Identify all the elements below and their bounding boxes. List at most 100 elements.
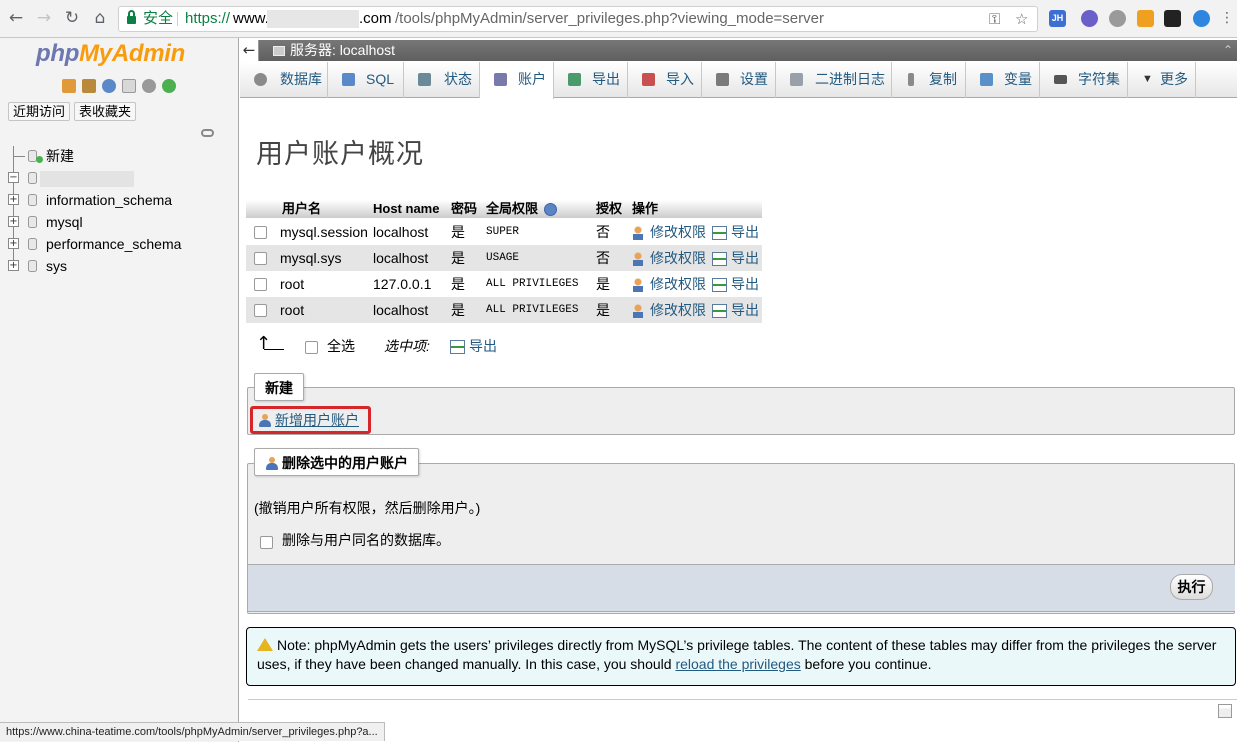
divider bbox=[248, 699, 1237, 700]
expand-icon[interactable]: + bbox=[8, 194, 19, 205]
top-menu-tabs: 数据库 SQL 状态 账户 导出 导入 设置 二进制日志 复制 变量 字符集 ▼… bbox=[240, 62, 1237, 99]
database-icon bbox=[28, 260, 37, 272]
user-name: mysql.session bbox=[280, 224, 368, 240]
select-all-checkbox[interactable] bbox=[305, 341, 318, 354]
column-header-host: Host name bbox=[373, 201, 440, 216]
export-link[interactable]: 导出 bbox=[712, 219, 759, 245]
fieldset-footer bbox=[248, 564, 1235, 612]
collapse-menu-icon[interactable]: ⌃ bbox=[1223, 40, 1233, 61]
row-checkbox[interactable] bbox=[254, 304, 267, 317]
tab-accounts[interactable]: 账户 bbox=[480, 62, 554, 99]
jh-extension-icon[interactable]: JH bbox=[1049, 10, 1066, 27]
reload-icon[interactable]: ↻ bbox=[62, 8, 82, 28]
add-user-account-link[interactable]: 新增用户账户 bbox=[258, 409, 359, 431]
recent-button[interactable]: 近期访问 bbox=[8, 102, 71, 121]
password-flag: 是 bbox=[451, 302, 465, 318]
tab-replication[interactable]: 复制 bbox=[892, 62, 966, 98]
key-icon[interactable]: ⚿ bbox=[989, 7, 1000, 31]
grant-flag: 是 bbox=[596, 302, 610, 318]
menu-dots-icon[interactable]: ⋮ bbox=[1217, 8, 1237, 28]
new-fieldset-legend: 新建 bbox=[254, 373, 304, 401]
edit-privileges-link[interactable]: 修改权限 bbox=[631, 245, 706, 271]
server-link[interactable]: 服务器: localhost bbox=[290, 40, 395, 61]
status-bar-url: https://www.china-teatime.com/tools/phpM… bbox=[0, 722, 385, 741]
extension-icon[interactable] bbox=[1193, 10, 1210, 27]
table-row: root 127.0.0.1 是 ALL PRIVILEGES 是 修改权限 导… bbox=[246, 271, 762, 297]
link-icon[interactable] bbox=[201, 129, 214, 137]
tree-label: information_schema bbox=[46, 192, 173, 208]
forward-arrow-icon[interactable]: → bbox=[34, 8, 54, 28]
grant-flag: 否 bbox=[596, 224, 610, 240]
tab-settings[interactable]: 设置 bbox=[702, 62, 776, 98]
export-link[interactable]: 导出 bbox=[712, 271, 759, 297]
go-button[interactable]: 执行 bbox=[1170, 574, 1213, 600]
select-all-label[interactable]: 全选 bbox=[327, 336, 355, 356]
server-icon bbox=[273, 46, 285, 56]
extension-icon[interactable] bbox=[1137, 10, 1154, 27]
collapse-icon[interactable]: − bbox=[8, 172, 19, 183]
column-header-password: 密码 bbox=[451, 201, 478, 216]
collapse-panel-arrow-icon[interactable]: ← bbox=[240, 40, 259, 61]
bulk-export-button[interactable]: 导出 bbox=[450, 336, 497, 356]
info-icon[interactable] bbox=[543, 203, 557, 217]
reload-privileges-link[interactable]: reload the privileges bbox=[675, 656, 800, 672]
home-icon[interactable]: ⌂ bbox=[90, 8, 110, 28]
tree-item-new[interactable]: 新建 bbox=[0, 146, 239, 166]
main-content: ← 服务器: localhost ⌃ 数据库 SQL 状态 账户 导出 导入 设… bbox=[240, 38, 1237, 742]
tree-item-sys[interactable]: + sys bbox=[0, 256, 239, 276]
export-link[interactable]: 导出 bbox=[712, 245, 759, 271]
tab-binary-log[interactable]: 二进制日志 bbox=[776, 62, 892, 98]
phpmyadmin-logo[interactable]: phpMyAdmin bbox=[36, 40, 185, 68]
tab-sql[interactable]: SQL bbox=[328, 62, 404, 98]
tab-charsets[interactable]: 字符集 bbox=[1040, 62, 1128, 98]
global-privileges: ALL PRIVILEGES bbox=[486, 278, 579, 290]
database-icon bbox=[28, 216, 37, 228]
star-icon[interactable]: ☆ bbox=[1015, 7, 1028, 31]
console-icon[interactable] bbox=[1218, 704, 1232, 718]
tab-more[interactable]: ▼ 更多 bbox=[1128, 62, 1196, 98]
docs-icon[interactable] bbox=[122, 79, 136, 93]
add-user-icon bbox=[258, 414, 272, 428]
tab-export[interactable]: 导出 bbox=[554, 62, 628, 98]
tree-item-performance-schema[interactable]: + performance_schema bbox=[0, 234, 239, 254]
drop-same-name-db-checkbox[interactable] bbox=[260, 536, 273, 549]
favorites-button[interactable]: 表收藏夹 bbox=[74, 102, 137, 121]
url-path: /tools/phpMyAdmin/server_privileges.php?… bbox=[395, 10, 824, 27]
gear-icon[interactable] bbox=[142, 79, 156, 93]
expand-icon[interactable]: + bbox=[8, 238, 19, 249]
url-host-prefix: www. bbox=[233, 10, 269, 27]
tree-item-information-schema[interactable]: + information_schema bbox=[0, 190, 239, 210]
export-link[interactable]: 导出 bbox=[712, 297, 759, 323]
address-bar[interactable]: 安全 https:// www. .com /tools/phpMyAdmin/… bbox=[118, 6, 1038, 32]
react-extension-icon[interactable] bbox=[1109, 10, 1126, 27]
home-icon[interactable] bbox=[62, 79, 76, 93]
row-checkbox[interactable] bbox=[254, 252, 267, 265]
edit-privileges-link[interactable]: 修改权限 bbox=[631, 297, 706, 323]
help-icon[interactable] bbox=[102, 79, 116, 93]
qr-code-icon[interactable] bbox=[1164, 10, 1181, 27]
tab-databases[interactable]: 数据库 bbox=[240, 62, 328, 98]
extension-icon[interactable] bbox=[1081, 10, 1098, 27]
drop-same-name-db-label[interactable]: 删除与用户同名的数据库。 bbox=[282, 530, 450, 550]
server-breadcrumb: ← 服务器: localhost ⌃ bbox=[240, 40, 1237, 61]
edit-privileges-link[interactable]: 修改权限 bbox=[631, 271, 706, 297]
tab-variables[interactable]: 变量 bbox=[966, 62, 1040, 98]
tab-status[interactable]: 状态 bbox=[404, 62, 480, 98]
expand-icon[interactable]: + bbox=[8, 216, 19, 227]
logout-icon[interactable] bbox=[82, 79, 96, 93]
tree-label: 新建 bbox=[46, 148, 74, 164]
global-privileges: USAGE bbox=[486, 252, 520, 264]
tree-item-database[interactable]: − bbox=[0, 168, 239, 188]
row-checkbox[interactable] bbox=[254, 278, 267, 291]
row-checkbox[interactable] bbox=[254, 226, 267, 239]
edit-privileges-link[interactable]: 修改权限 bbox=[631, 219, 706, 245]
back-arrow-icon[interactable]: ← bbox=[6, 8, 26, 28]
tree-item-mysql[interactable]: + mysql bbox=[0, 212, 239, 232]
delete-description: (撤销用户所有权限，然后删除用户。) bbox=[254, 500, 481, 516]
expand-icon[interactable]: + bbox=[8, 260, 19, 271]
quick-icons bbox=[62, 78, 180, 96]
database-icon bbox=[28, 238, 37, 250]
tab-import[interactable]: 导入 bbox=[628, 62, 702, 98]
column-header-actions: 操作 bbox=[632, 201, 659, 216]
refresh-icon[interactable] bbox=[162, 79, 176, 93]
